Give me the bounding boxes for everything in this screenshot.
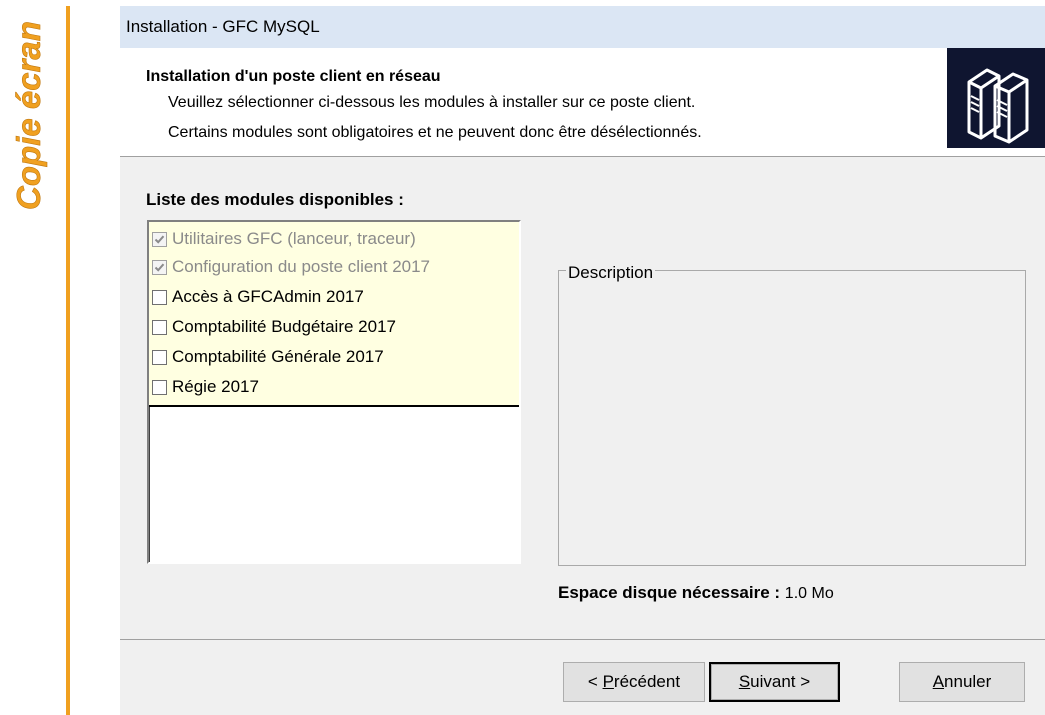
next-button-label: uivant bbox=[750, 672, 796, 691]
header-separator bbox=[120, 156, 1045, 157]
wizard-header: Installation d'un poste client en réseau… bbox=[120, 48, 1045, 156]
modules-listbox[interactable]: Utilitaires GFC (lanceur, traceur) Confi… bbox=[147, 220, 521, 564]
cancel-button-label: nnuler bbox=[944, 672, 992, 691]
page-subtitle-2: Certains modules sont obligatoires et ne… bbox=[168, 124, 702, 141]
servers-icon bbox=[947, 48, 1045, 148]
back-button[interactable]: < Précédent bbox=[563, 662, 705, 702]
cancel-button[interactable]: Annuler bbox=[899, 662, 1025, 702]
window-title: Installation - GFC MySQL bbox=[120, 6, 1045, 48]
module-label: Régie 2017 bbox=[172, 377, 259, 396]
back-button-label: récédent bbox=[613, 672, 681, 691]
module-label: Comptabilité Budgétaire 2017 bbox=[172, 317, 396, 336]
checkbox[interactable] bbox=[152, 379, 167, 395]
footer-separator bbox=[120, 639, 1045, 640]
disk-space-info: Espace disque nécessaire : 1.0 Mo bbox=[558, 583, 834, 603]
page-subtitle-1: Veuillez sélectionner ci-dessous les mod… bbox=[168, 94, 696, 111]
module-item-gfcadmin[interactable]: Accès à GFCAdmin 2017 bbox=[152, 283, 364, 311]
checkbox-checked-disabled bbox=[152, 259, 167, 275]
checkbox[interactable] bbox=[152, 319, 167, 335]
cancel-button-accel: A bbox=[932, 672, 945, 691]
module-item-compta-budgetaire[interactable]: Comptabilité Budgétaire 2017 bbox=[152, 313, 396, 341]
next-button-accel: S bbox=[738, 672, 751, 691]
checkbox[interactable] bbox=[152, 289, 167, 305]
page-title: Installation d'un poste client en réseau bbox=[146, 68, 441, 85]
side-divider bbox=[66, 6, 70, 715]
back-button-prefix: < bbox=[587, 672, 603, 691]
module-item-configuration[interactable]: Configuration du poste client 2017 bbox=[152, 253, 430, 281]
modules-list-area: Utilitaires GFC (lanceur, traceur) Confi… bbox=[149, 222, 519, 407]
module-item-regie[interactable]: Régie 2017 bbox=[152, 373, 259, 401]
module-label: Comptabilité Générale 2017 bbox=[172, 347, 384, 366]
module-label: Configuration du poste client 2017 bbox=[172, 257, 431, 276]
module-label: Accès à GFCAdmin 2017 bbox=[172, 287, 364, 306]
disk-space-label: Espace disque nécessaire : bbox=[558, 583, 781, 602]
description-legend: Description bbox=[566, 263, 656, 283]
modules-list-label: Liste des modules disponibles : bbox=[146, 190, 404, 209]
module-item-compta-generale[interactable]: Comptabilité Générale 2017 bbox=[152, 343, 384, 371]
side-caption: Copie écran bbox=[6, 14, 54, 214]
module-label: Utilitaires GFC (lanceur, traceur) bbox=[172, 229, 416, 248]
next-button-suffix: > bbox=[795, 672, 811, 691]
side-caption-text: Copie écran bbox=[10, 21, 47, 210]
module-item-utilitaires[interactable]: Utilitaires GFC (lanceur, traceur) bbox=[152, 225, 416, 253]
disk-space-value: 1.0 Mo bbox=[784, 585, 834, 602]
description-groupbox bbox=[558, 270, 1026, 566]
next-button[interactable]: Suivant > bbox=[709, 662, 840, 702]
checkbox-checked-disabled bbox=[152, 231, 167, 247]
back-button-accel: P bbox=[602, 672, 614, 691]
installer-dialog: Installation - GFC MySQL Installation d'… bbox=[120, 6, 1045, 715]
checkbox[interactable] bbox=[152, 349, 167, 365]
